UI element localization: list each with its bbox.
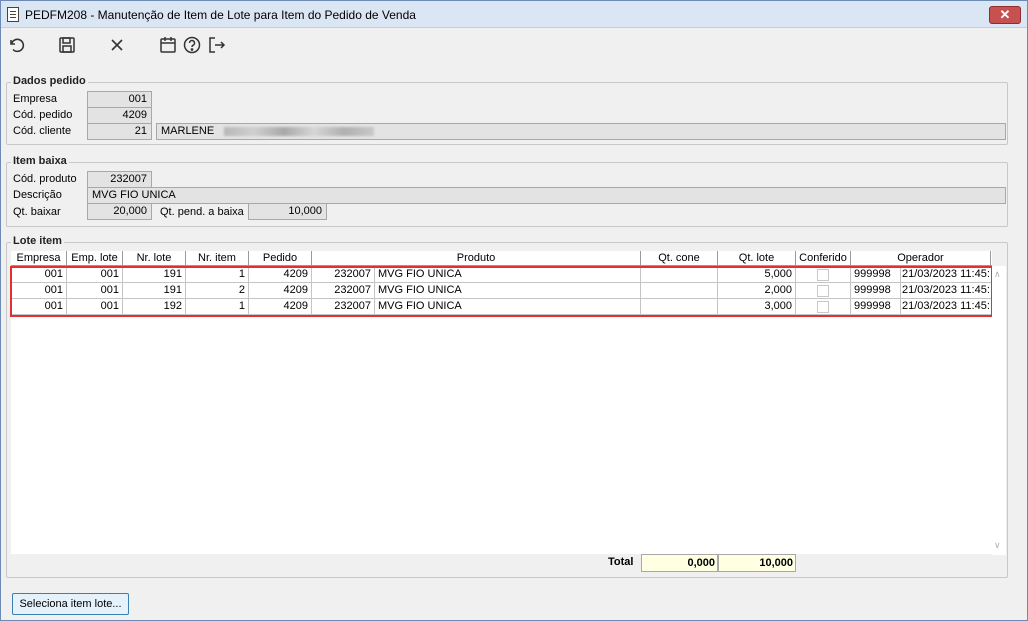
col-header-qt-cone[interactable]: Qt. cone bbox=[641, 251, 718, 266]
qt-pend-label: Qt. pend. a baixa bbox=[160, 206, 244, 218]
redacted-text bbox=[224, 126, 375, 136]
cell-conferido bbox=[796, 267, 851, 283]
cell-qt-lote[interactable]: 3,000 bbox=[718, 299, 796, 315]
col-header-empresa[interactable]: Empresa bbox=[11, 251, 67, 266]
cell-qt-lote[interactable]: 5,000 bbox=[718, 267, 796, 283]
cell-operador-data[interactable]: 21/03/2023 11:45: bbox=[901, 267, 992, 283]
cell-nr-item[interactable]: 2 bbox=[186, 283, 249, 299]
empresa-label: Empresa bbox=[13, 93, 58, 105]
grid-header: Empresa Emp. lote Nr. lote Nr. item Pedi… bbox=[11, 251, 992, 266]
cell-qt-cone[interactable] bbox=[641, 299, 718, 315]
qt-baixar-label: Qt. baixar bbox=[13, 206, 61, 218]
cod-produto-label: Cód. produto bbox=[13, 173, 77, 185]
cod-produto-field[interactable]: 232007 bbox=[87, 171, 152, 188]
close-icon[interactable] bbox=[107, 35, 127, 55]
cell-emp-lote[interactable]: 001 bbox=[67, 283, 123, 299]
help-icon[interactable] bbox=[182, 35, 202, 55]
col-header-operador[interactable]: Operador bbox=[851, 251, 991, 266]
cell-operador-cod[interactable]: 999998 bbox=[851, 267, 901, 283]
cell-conferido bbox=[796, 283, 851, 299]
undo-icon[interactable] bbox=[7, 35, 27, 55]
grid-scrollbar[interactable]: ∧ ∨ bbox=[992, 266, 1006, 555]
total-qt-cone: 0,000 bbox=[641, 554, 718, 572]
document-icon bbox=[7, 7, 19, 22]
exit-icon[interactable] bbox=[207, 35, 227, 55]
cell-qt-cone[interactable] bbox=[641, 283, 718, 299]
cell-emp-lote[interactable]: 001 bbox=[67, 299, 123, 315]
col-header-qt-lote[interactable]: Qt. lote bbox=[718, 251, 796, 266]
cell-empresa[interactable]: 001 bbox=[11, 299, 67, 315]
descricao-field[interactable]: MVG FIO UNICA bbox=[87, 187, 1006, 204]
table-row[interactable]: 001 001 191 2 4209 232007 MVG FIO UNICA … bbox=[11, 283, 992, 299]
cell-nr-item[interactable]: 1 bbox=[186, 267, 249, 283]
cell-operador-cod[interactable]: 999998 bbox=[851, 283, 901, 299]
cell-produto-cod[interactable]: 232007 bbox=[312, 299, 375, 315]
cod-pedido-field[interactable]: 4209 bbox=[87, 107, 152, 124]
table-row[interactable]: 001 001 192 1 4209 232007 MVG FIO UNICA … bbox=[11, 299, 992, 315]
conferido-checkbox[interactable] bbox=[817, 301, 829, 313]
cell-nr-item[interactable]: 1 bbox=[186, 299, 249, 315]
qt-baixar-field[interactable]: 20,000 bbox=[87, 203, 152, 220]
window-title: PEDFM208 - Manutenção de Item de Lote pa… bbox=[25, 8, 416, 22]
conferido-checkbox[interactable] bbox=[817, 269, 829, 281]
col-header-nr-item[interactable]: Nr. item bbox=[186, 251, 249, 266]
total-qt-lote: 10,000 bbox=[718, 554, 796, 572]
cell-empresa[interactable]: 001 bbox=[11, 267, 67, 283]
seleciona-item-lote-button[interactable]: Seleciona item lote... bbox=[12, 593, 129, 615]
cell-operador-cod[interactable]: 999998 bbox=[851, 299, 901, 315]
cell-produto-cod[interactable]: 232007 bbox=[312, 267, 375, 283]
descricao-label: Descrição bbox=[13, 189, 62, 201]
lote-item-grid[interactable]: Empresa Emp. lote Nr. lote Nr. item Pedi… bbox=[11, 251, 992, 554]
cell-nr-lote[interactable]: 191 bbox=[123, 283, 186, 299]
cod-pedido-label: Cód. pedido bbox=[13, 109, 73, 121]
cell-qt-lote[interactable]: 2,000 bbox=[718, 283, 796, 299]
cell-conferido bbox=[796, 299, 851, 315]
col-header-emp-lote[interactable]: Emp. lote bbox=[67, 251, 123, 266]
cell-pedido[interactable]: 4209 bbox=[249, 299, 312, 315]
cliente-nome-text: MARLENE bbox=[161, 125, 215, 137]
cell-nr-lote[interactable]: 192 bbox=[123, 299, 186, 315]
scroll-down-icon[interactable]: ∨ bbox=[994, 540, 1001, 551]
table-row[interactable]: 001 001 191 1 4209 232007 MVG FIO UNICA … bbox=[11, 267, 992, 283]
cell-pedido[interactable]: 4209 bbox=[249, 283, 312, 299]
calendar-icon[interactable] bbox=[158, 35, 178, 55]
cell-produto-desc[interactable]: MVG FIO UNICA bbox=[375, 267, 641, 283]
app-window: PEDFM208 - Manutenção de Item de Lote pa… bbox=[0, 0, 1028, 621]
total-label: Total bbox=[608, 556, 634, 568]
empresa-field[interactable]: 001 bbox=[87, 91, 152, 108]
cod-cliente-label: Cód. cliente bbox=[13, 125, 72, 137]
cell-produto-desc[interactable]: MVG FIO UNICA bbox=[375, 283, 641, 299]
cell-pedido[interactable]: 4209 bbox=[249, 267, 312, 283]
cod-cliente-field[interactable]: 21 bbox=[87, 123, 152, 140]
col-header-nr-lote[interactable]: Nr. lote bbox=[123, 251, 186, 266]
cell-produto-cod[interactable]: 232007 bbox=[312, 283, 375, 299]
toolbar bbox=[1, 29, 1027, 61]
save-icon[interactable] bbox=[57, 35, 77, 55]
window-close-button[interactable]: ✕ bbox=[989, 6, 1021, 24]
conferido-checkbox[interactable] bbox=[817, 285, 829, 297]
scroll-up-icon[interactable]: ∧ bbox=[994, 269, 1001, 280]
col-header-produto[interactable]: Produto bbox=[312, 251, 641, 266]
qt-pend-field[interactable]: 10,000 bbox=[248, 203, 327, 220]
cell-empresa[interactable]: 001 bbox=[11, 283, 67, 299]
col-header-pedido[interactable]: Pedido bbox=[249, 251, 312, 266]
cell-operador-data[interactable]: 21/03/2023 11:45: bbox=[901, 283, 992, 299]
cell-produto-desc[interactable]: MVG FIO UNICA bbox=[375, 299, 641, 315]
col-header-conferido[interactable]: Conferido bbox=[796, 251, 851, 266]
title-bar: PEDFM208 - Manutenção de Item de Lote pa… bbox=[1, 1, 1027, 28]
item-baixa-title: Item baixa bbox=[11, 155, 69, 167]
cliente-nome-field[interactable]: MARLENE bbox=[156, 123, 1006, 140]
cell-operador-data[interactable]: 21/03/2023 11:45: bbox=[901, 299, 992, 315]
cell-emp-lote[interactable]: 001 bbox=[67, 267, 123, 283]
dados-pedido-title: Dados pedido bbox=[11, 75, 88, 87]
cell-qt-cone[interactable] bbox=[641, 267, 718, 283]
lote-item-title: Lote item bbox=[11, 235, 64, 247]
cell-nr-lote[interactable]: 191 bbox=[123, 267, 186, 283]
